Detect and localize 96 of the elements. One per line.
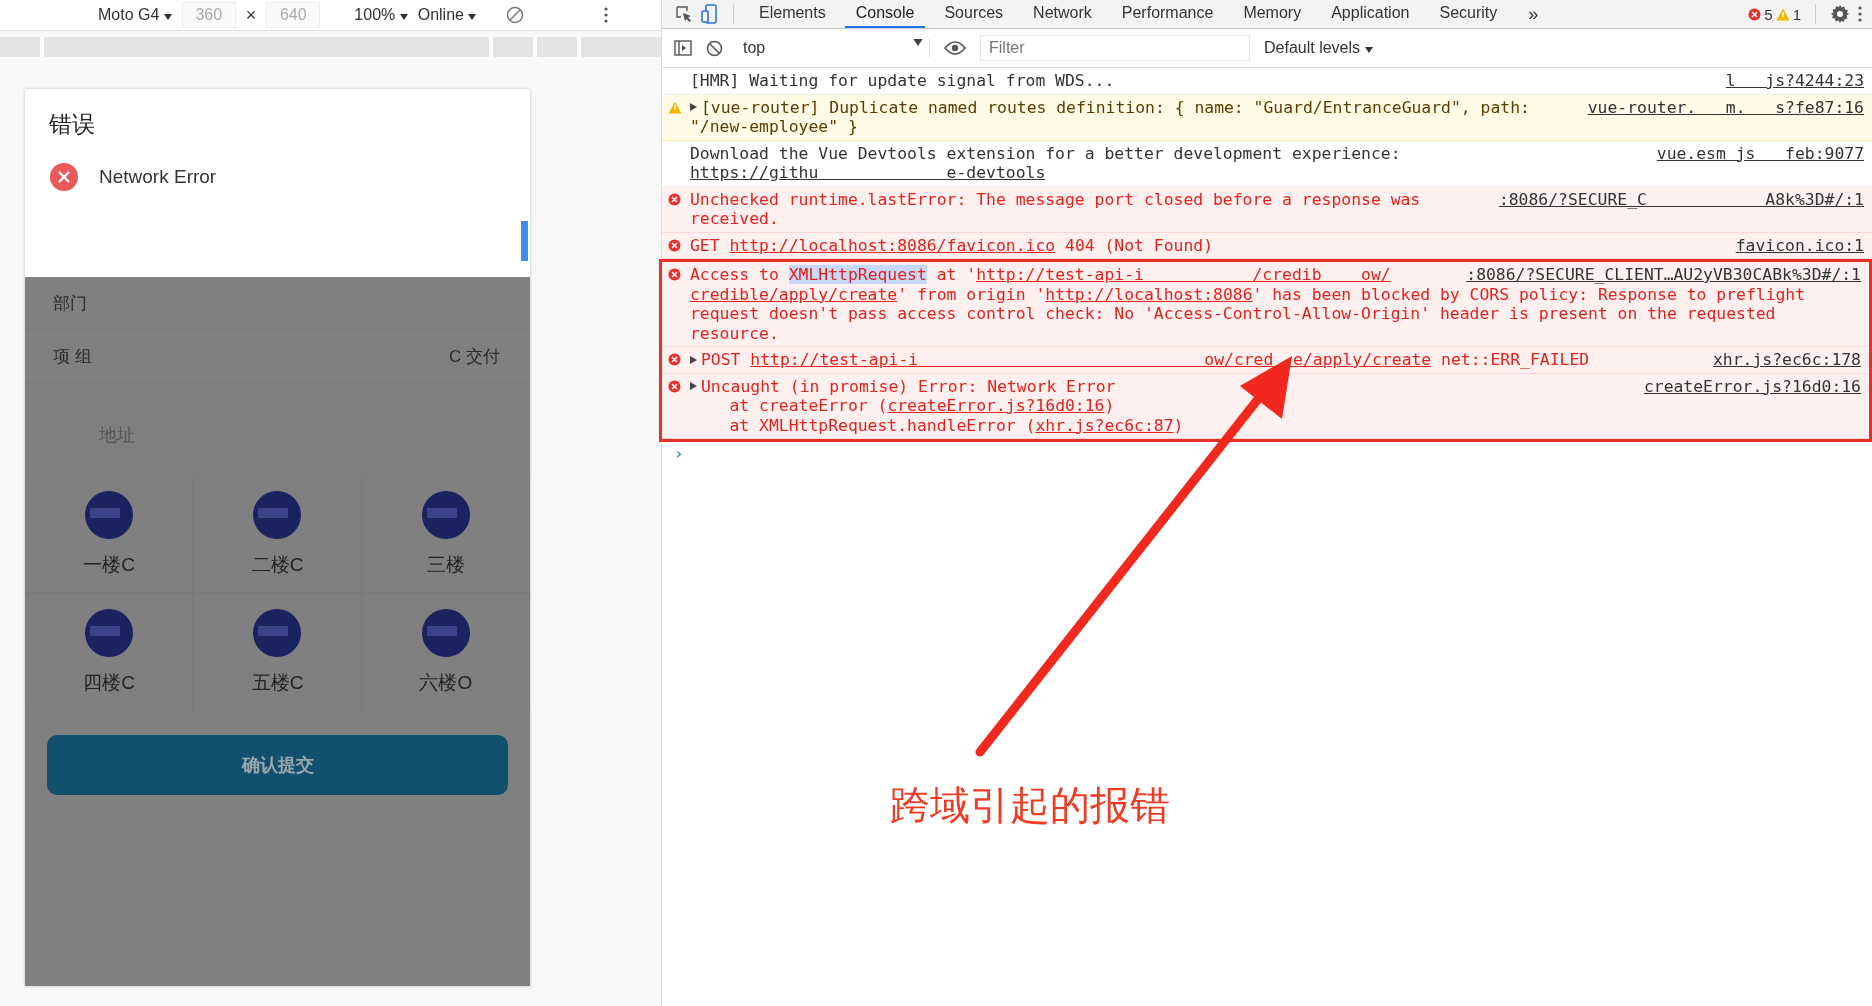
clear-icon[interactable] [706,39,723,57]
console-prompt[interactable]: › [662,442,696,465]
floor-icon [84,608,135,658]
sidebar-toggle-icon[interactable] [674,40,692,56]
field-value: C 交付 [449,345,500,368]
devtools-tab[interactable]: Elements [748,0,837,28]
expand-triangle-icon[interactable] [690,103,697,112]
floor-icon [252,490,303,540]
error-count-icon [1748,7,1762,21]
warning-count-icon [1775,7,1790,21]
error-message: Network Error [99,166,217,188]
console-message-text: [vue-router] Duplicate named routes definition: { name: "Guard/EntranceGuard", path: [701,97,1530,117]
levels-dropdown[interactable]: Default levels [1264,39,1373,57]
floor-option[interactable]: 二楼C [193,475,362,593]
device-toggle-icon[interactable] [701,4,719,24]
console-message-text: Download the Vue Devtools extension for a better development experience: [690,143,1401,163]
eye-icon[interactable] [944,41,966,55]
console-link[interactable]: createError.js?16d0:16 [887,396,1105,415]
floor-icon [420,608,471,658]
error-icon [668,379,681,393]
devtools-tab[interactable]: Application [1320,0,1421,28]
console-link[interactable]: http://localhost:8086 [1045,284,1253,304]
rotate-icon[interactable] [506,6,525,24]
settings-icon[interactable] [1830,4,1850,24]
annotation-label: 跨域引起的报错 [890,781,1170,830]
network-dropdown[interactable]: Online [417,6,477,24]
caret-icon [1364,47,1373,53]
device-dropdown[interactable]: Moto G4 [98,6,172,24]
source-link[interactable]: xhr.js?ec6c:178 [1702,350,1861,370]
floor-option[interactable]: 四楼C [25,593,194,711]
times-sign: × [245,4,257,26]
context-dropdown[interactable]: top [737,39,930,57]
floor-icon [252,608,303,658]
floor-option[interactable]: 五楼C [193,593,362,711]
more-tabs-button[interactable]: » [1528,3,1539,25]
error-icon [49,162,79,192]
source-link[interactable]: :8086/?SECURE_CLIENT…AU2yVB30CABk%3D#/:1 [1456,265,1861,285]
console-message-text: [HMR] Waiting for update signal from WDS... [690,71,1115,91]
warning-count: 1 [1792,5,1801,23]
source-link[interactable]: vue-router. m. s?fe87:16 [1577,97,1864,117]
console-message-text: Unchecked runtime.lastError: The message port closed before a response was [690,189,1421,209]
floor-icon [420,490,471,540]
zoom-dropdown[interactable]: 100% [354,6,408,24]
console-message-text: POST http://test-api-i ow/cred e/apply/create net::ERR_FAILED [701,350,1590,370]
warning-icon [668,100,682,114]
source-link[interactable]: l js?4244:23 [1715,71,1864,91]
caret-icon [913,39,923,46]
error-icon [668,268,681,281]
scrollbar [521,221,528,261]
floor-option[interactable]: 六楼O [361,593,530,711]
console-link[interactable]: credible/apply/create [690,284,898,304]
console-link[interactable]: https://githu e-devtools [690,163,1046,182]
console-link[interactable]: http://test-api-i /credib ow/ [976,265,1391,284]
source-link[interactable]: :8086/?SECURE_C A8k%3D#/:1 [1488,189,1864,209]
console-message-text: Access to XMLHttpRequest at 'http://test-api-i /credib ow/ [690,265,1391,285]
console-link[interactable]: xhr.js?ec6c:87 [1035,415,1174,435]
console-message-text: at createError (createError.js?16d0:16) [728,396,1115,416]
source-link[interactable]: createError.js?16d0:16 [1633,376,1861,396]
devtools-tab[interactable]: Network [1022,0,1103,28]
console-message-text: Uncaught (in promise) Error: Network Error [701,376,1116,396]
devtools-tab[interactable]: Security [1428,0,1509,28]
console-message-text: at XMLHttpRequest.handleError (xhr.js?ec6c:87) [728,415,1184,435]
floor-option[interactable]: 三楼 [361,475,530,593]
more-icon[interactable] [1858,6,1862,22]
caret-icon [163,14,172,20]
console-message-text: "/new-employee" } [690,117,858,137]
filter-field[interactable]: Filter [980,35,1250,61]
submit-button[interactable]: 确认提交 [47,735,508,795]
console-message-text: GET http://localhost:8086/favicon.ico 404 (Not Found) [690,235,1214,255]
devtools-tab[interactable]: Memory [1232,0,1313,28]
dialog-title: 错误 [49,110,96,139]
source-link[interactable]: favicon.ico:1 [1725,235,1864,255]
caret-icon [399,14,408,20]
error-count: 5 [1764,5,1773,23]
error-icon [668,238,681,252]
console-message-text: received. [690,209,779,229]
more-icon[interactable] [604,7,609,23]
console-link[interactable]: http://test-api-i ow/cred e/apply/create [750,350,1432,369]
caret-icon [468,14,477,20]
floor-icon [84,490,135,540]
inspect-icon[interactable] [675,5,693,23]
field-label: 项 组 [53,345,92,368]
console-message-text: request doesn't pass access control check: No 'Access-Control-Allow-Origin' header is present on the requested [690,304,1776,324]
expand-triangle-icon[interactable] [690,382,697,391]
devtools-tab[interactable]: Console [844,0,926,28]
error-icon [668,192,681,206]
floor-option[interactable]: 一楼C [25,475,194,593]
field-label: 部门 [53,292,87,315]
console-message-text: resource. [690,323,779,343]
error-icon [668,353,681,366]
console-message-text: credible/apply/create' from origin 'http://localhost:8086' has been blocked by CORS policy: Response to preflight [690,284,1806,304]
source-link[interactable]: vue.esm js feb:9077 [1646,143,1864,163]
devtools-tab[interactable]: Performance [1110,0,1225,28]
expand-triangle-icon[interactable] [690,355,697,364]
devtools-tab[interactable]: Sources [933,0,1015,28]
console-link[interactable]: http://localhost:8086/favicon.ico [729,235,1056,255]
